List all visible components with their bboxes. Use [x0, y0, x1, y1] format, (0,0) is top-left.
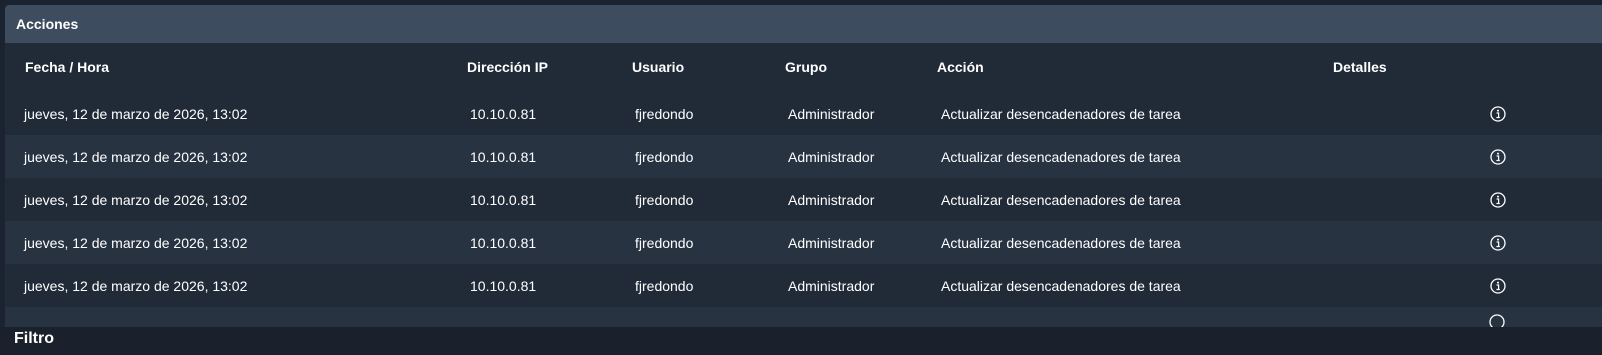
- cell-group: Administrador: [788, 148, 875, 165]
- cell-ip: 10.10.0.81: [470, 148, 537, 165]
- column-header-details: Detalles: [1333, 59, 1387, 75]
- column-header-group[interactable]: Grupo: [785, 43, 827, 91]
- cell-action: Actualizar desencadenadores de tarea: [941, 191, 1181, 208]
- cell-user: fjredondo: [635, 191, 694, 208]
- filter-section-header: Filtro: [0, 327, 1602, 355]
- info-icon[interactable]: [1490, 178, 1506, 221]
- column-header-user[interactable]: Usuario: [632, 43, 684, 91]
- cell-action: Actualizar desencadenadores de tarea: [941, 148, 1181, 165]
- column-header-datetime[interactable]: Fecha / Hora: [25, 43, 109, 91]
- info-icon[interactable]: [1490, 221, 1506, 264]
- cell-user: fjredondo: [635, 148, 694, 165]
- table-row[interactable]: jueves, 12 de marzo de 2026, 13:02 10.10…: [5, 135, 1602, 178]
- table-row[interactable]: jueves, 12 de marzo de 2026, 13:02 10.10…: [5, 264, 1602, 307]
- table-row[interactable]: jueves, 12 de marzo de 2026, 13:02 10.10…: [5, 221, 1602, 264]
- cell-action: Actualizar desencadenadores de tarea: [941, 105, 1181, 122]
- info-icon[interactable]: [1490, 135, 1506, 178]
- table-header-row: Fecha / Hora Dirección IP Usuario Grupo …: [5, 43, 1602, 91]
- cell-group: Administrador: [788, 234, 875, 251]
- cell-group: Administrador: [788, 277, 875, 294]
- cell-user: fjredondo: [635, 234, 694, 251]
- cell-ip: 10.10.0.81: [470, 277, 537, 294]
- cell-action: Actualizar desencadenadores de tarea: [941, 277, 1181, 294]
- column-header-ip[interactable]: Dirección IP: [467, 43, 548, 91]
- panel-title: Acciones: [16, 16, 79, 32]
- cell-user: fjredondo: [635, 277, 694, 294]
- cell-ip: 10.10.0.81: [470, 191, 537, 208]
- cell-ip: 10.10.0.81: [470, 234, 537, 251]
- cell-datetime: jueves, 12 de marzo de 2026, 13:02: [24, 191, 248, 208]
- cell-datetime: jueves, 12 de marzo de 2026, 13:02: [24, 148, 248, 165]
- table-body: jueves, 12 de marzo de 2026, 13:02 10.10…: [5, 92, 1602, 327]
- cell-ip: 10.10.0.81: [470, 105, 537, 122]
- cell-group: Administrador: [788, 105, 875, 122]
- panel-header: Acciones: [5, 5, 1602, 43]
- filter-title: Filtro: [14, 330, 54, 347]
- table-row[interactable]: jueves, 12 de marzo de 2026, 13:02 10.10…: [5, 92, 1602, 135]
- table-row-partial: [5, 307, 1602, 327]
- cell-datetime: jueves, 12 de marzo de 2026, 13:02: [24, 277, 248, 294]
- column-header-action[interactable]: Acción: [937, 43, 984, 91]
- cell-action: Actualizar desencadenadores de tarea: [941, 234, 1181, 251]
- table-row[interactable]: jueves, 12 de marzo de 2026, 13:02 10.10…: [5, 178, 1602, 221]
- cell-group: Administrador: [788, 191, 875, 208]
- cell-user: fjredondo: [635, 105, 694, 122]
- cell-datetime: jueves, 12 de marzo de 2026, 13:02: [24, 234, 248, 251]
- info-icon[interactable]: [1490, 264, 1506, 307]
- info-icon[interactable]: [1490, 92, 1506, 135]
- cell-datetime: jueves, 12 de marzo de 2026, 13:02: [24, 105, 248, 122]
- actions-panel: Acciones Fecha / Hora Dirección IP Usuar…: [5, 5, 1602, 327]
